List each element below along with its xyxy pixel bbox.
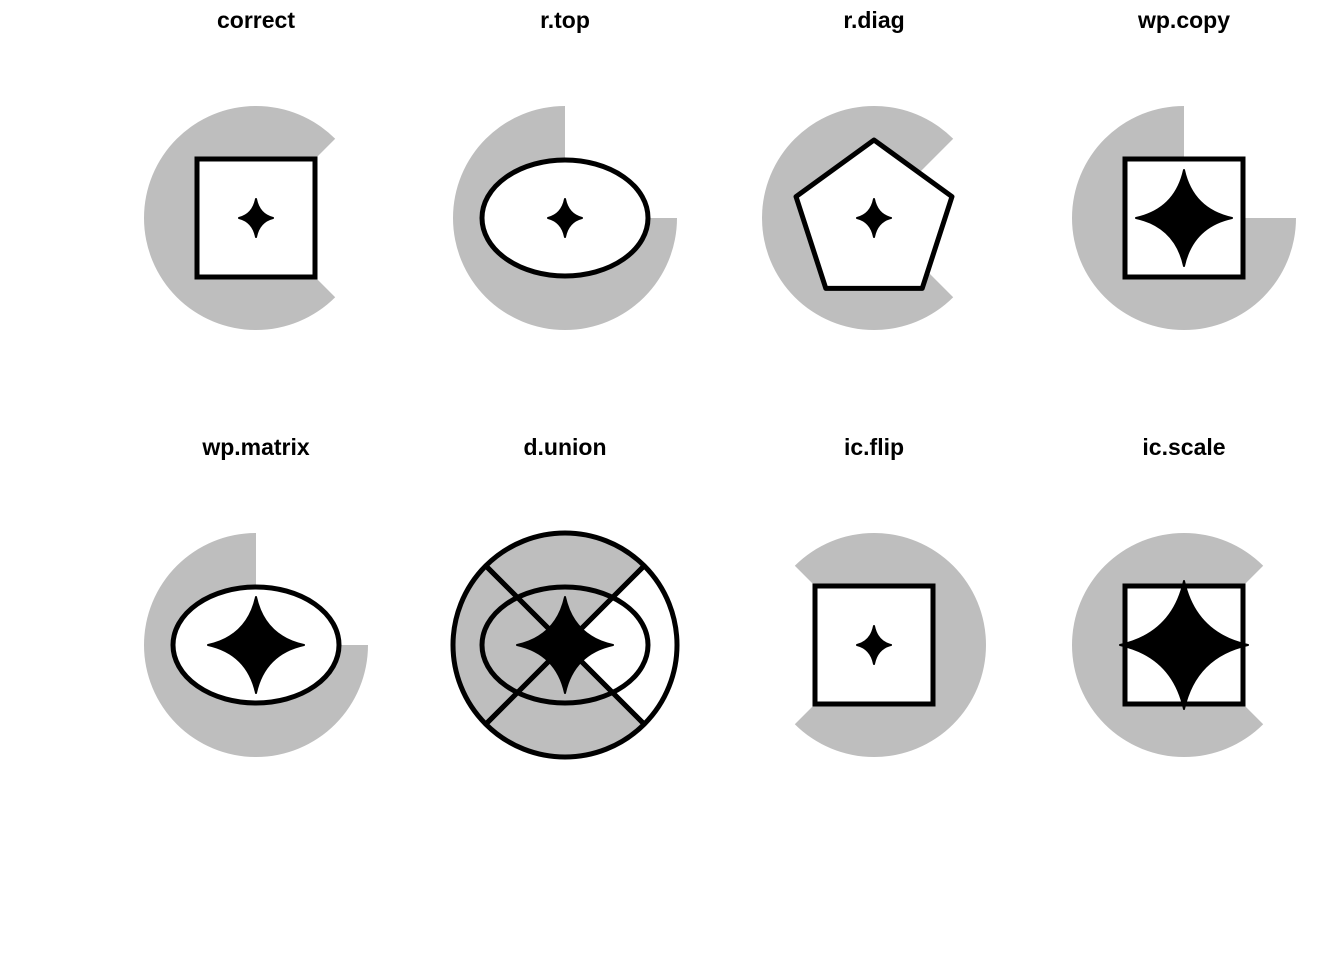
shape-ic-scale (1072, 533, 1264, 758)
